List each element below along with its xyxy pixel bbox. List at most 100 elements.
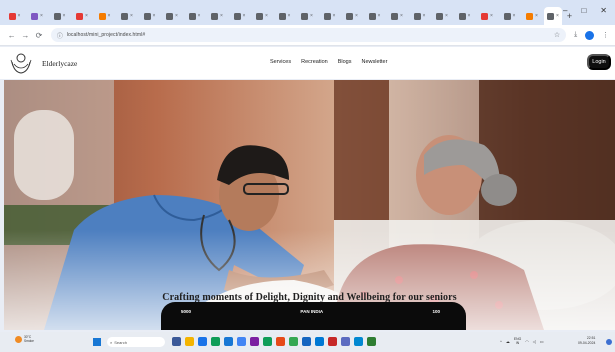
pinned-app-icon[interactable] [289, 337, 298, 346]
site-info-icon[interactable]: ⓘ [57, 31, 63, 40]
browser-tab[interactable]: × [139, 7, 160, 25]
browser-tab[interactable]: × [387, 7, 408, 25]
bookmark-star-icon[interactable]: ☆ [554, 31, 560, 39]
wifi-icon[interactable]: ◠ [525, 339, 529, 344]
tab-close-icon[interactable]: × [423, 13, 426, 19]
chevron-up-icon[interactable]: ^ [500, 339, 502, 344]
tab-favicon-icon [98, 12, 106, 20]
weather-widget[interactable]: 30°C Smoke [15, 335, 34, 344]
pinned-app-icon[interactable] [315, 337, 324, 346]
site-header: Elderlycaze Services Recreation Blogs Ne… [0, 47, 615, 79]
tab-close-icon[interactable]: × [63, 13, 66, 19]
tab-close-icon[interactable]: × [153, 13, 156, 19]
tab-close-icon[interactable]: × [355, 13, 358, 19]
pinned-app-icon[interactable] [185, 337, 194, 346]
tab-close-icon[interactable]: × [468, 13, 471, 19]
maximize-button[interactable]: □ [581, 6, 586, 15]
browser-tab[interactable]: × [72, 7, 93, 25]
tab-close-icon[interactable]: × [333, 13, 336, 19]
battery-icon[interactable]: ▭ [540, 339, 544, 344]
nav-item-newsletter[interactable]: Newsletter [361, 59, 387, 65]
browser-tab[interactable]: × [94, 7, 115, 25]
pinned-app-icon[interactable] [341, 337, 350, 346]
browser-tab[interactable]: × [342, 7, 363, 25]
tab-close-icon[interactable]: × [445, 13, 448, 19]
pinned-app-icon[interactable] [276, 337, 285, 346]
nav-item-recreation[interactable]: Recreation [301, 59, 328, 65]
brand-name[interactable]: Elderlycaze [42, 59, 77, 68]
browser-tab[interactable]: × [4, 7, 25, 25]
browser-tab[interactable]: × [162, 7, 183, 25]
pinned-app-icon[interactable] [328, 337, 337, 346]
browser-tab[interactable]: × [184, 7, 205, 25]
pinned-app-icon[interactable] [367, 337, 376, 346]
tab-close-icon[interactable]: × [108, 13, 111, 19]
menu-kebab-icon[interactable]: ⋮ [602, 31, 609, 39]
browser-tab[interactable]: × [319, 7, 340, 25]
close-window-button[interactable]: ✕ [600, 6, 607, 15]
language-indicator[interactable]: ENG IN [514, 337, 521, 346]
taskbar-search-box[interactable]: ⌕ Search [107, 337, 165, 347]
browser-tab[interactable]: × [432, 7, 453, 25]
forward-button[interactable]: → [20, 31, 32, 40]
back-button[interactable]: ← [6, 31, 18, 40]
browser-tab[interactable]: × [117, 7, 138, 25]
nav-item-services[interactable]: Services [270, 59, 291, 65]
browser-tab[interactable]: × [499, 7, 520, 25]
tab-close-icon[interactable]: × [310, 13, 313, 19]
browser-tab[interactable]: × [229, 7, 250, 25]
weather-description: Smoke [24, 338, 34, 343]
browser-tab[interactable]: × [409, 7, 430, 25]
browser-tab[interactable]: × [364, 7, 385, 25]
profile-avatar[interactable] [585, 30, 594, 40]
tab-close-icon[interactable]: × [513, 13, 516, 19]
pinned-app-icon[interactable] [302, 337, 311, 346]
minimize-button[interactable]: – [563, 6, 567, 15]
cloud-icon[interactable]: ☁ [506, 339, 510, 344]
browser-tab[interactable]: × [49, 7, 70, 25]
tab-close-icon[interactable]: × [556, 13, 559, 19]
browser-tab[interactable]: × [252, 7, 273, 25]
tab-close-icon[interactable]: × [40, 13, 43, 19]
tab-close-icon[interactable]: × [288, 13, 291, 19]
login-button[interactable]: Login [587, 54, 611, 70]
speaker-icon[interactable]: ◁ [533, 339, 536, 344]
pinned-app-icon[interactable] [263, 337, 272, 346]
browser-tab[interactable]: × [522, 7, 543, 25]
tab-close-icon[interactable]: × [265, 13, 268, 19]
tab-close-icon[interactable]: × [243, 13, 246, 19]
browser-tab[interactable]: × [454, 7, 475, 25]
tab-close-icon[interactable]: × [400, 13, 403, 19]
pinned-app-icon[interactable] [172, 337, 181, 346]
tab-close-icon[interactable]: × [220, 13, 223, 19]
browser-tab[interactable]: × [544, 7, 562, 25]
tab-close-icon[interactable]: × [18, 13, 21, 19]
pinned-app-icon[interactable] [224, 337, 233, 346]
pinned-app-icon[interactable] [198, 337, 207, 346]
browser-tab[interactable]: × [297, 7, 318, 25]
browser-tab[interactable]: × [274, 7, 295, 25]
start-button-windows-icon[interactable] [93, 338, 101, 346]
downloads-icon[interactable]: ⤓ [574, 31, 577, 39]
tab-close-icon[interactable]: × [198, 13, 201, 19]
tab-close-icon[interactable]: × [535, 13, 538, 19]
search-icon: ⌕ [110, 339, 113, 345]
pinned-app-icon[interactable] [237, 337, 246, 346]
pinned-app-icon[interactable] [211, 337, 220, 346]
browser-tab[interactable]: × [27, 7, 48, 25]
tab-close-icon[interactable]: × [130, 13, 133, 19]
reload-button[interactable]: ⟳ [33, 31, 45, 40]
tab-close-icon[interactable]: × [378, 13, 381, 19]
elderlycare-hands-logo-icon[interactable] [8, 50, 34, 76]
notification-bell-icon[interactable] [606, 339, 612, 345]
address-bar[interactable]: ⓘ localhost/mini_project/index.html# ☆ [50, 28, 567, 42]
tab-close-icon[interactable]: × [175, 13, 178, 19]
tab-close-icon[interactable]: × [85, 13, 88, 19]
browser-tab[interactable]: × [207, 7, 228, 25]
nav-item-blogs[interactable]: Blogs [338, 59, 352, 65]
tab-close-icon[interactable]: × [490, 13, 493, 19]
taskbar-clock[interactable]: 22:51 09-04-2024 [578, 336, 595, 345]
browser-tab[interactable]: × [477, 7, 498, 25]
pinned-app-icon[interactable] [250, 337, 259, 346]
pinned-app-icon[interactable] [354, 337, 363, 346]
